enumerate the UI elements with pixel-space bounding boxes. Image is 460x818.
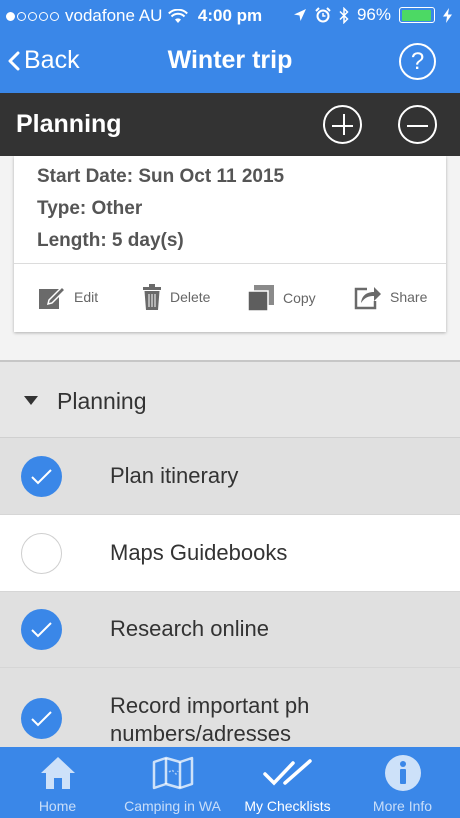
item-label: Record important ph numbers/adresses bbox=[110, 692, 309, 748]
section-title: Planning bbox=[16, 110, 122, 138]
item-label: Maps Guidebooks bbox=[110, 540, 288, 565]
checkbox-checked[interactable] bbox=[21, 698, 62, 739]
home-icon bbox=[40, 757, 75, 789]
alarm-clock-icon bbox=[315, 7, 331, 23]
item-label-line-2: numbers/adresses bbox=[110, 721, 291, 746]
checkbox-checked[interactable] bbox=[21, 456, 62, 497]
location-arrow-icon bbox=[293, 9, 306, 21]
battery-icon bbox=[399, 7, 435, 23]
checkmark-icon bbox=[31, 711, 52, 727]
edit-label: Edit bbox=[74, 289, 99, 305]
category-header[interactable]: Planning bbox=[0, 362, 460, 438]
checklist-item[interactable]: Record important ph numbers/adresses bbox=[0, 668, 460, 747]
category-label: Planning bbox=[57, 388, 147, 414]
trip-details-area: Start Date: Sun Oct 11 2015 Type: Other … bbox=[0, 156, 460, 362]
page-title: Winter trip bbox=[167, 46, 293, 74]
tab-home[interactable]: Home bbox=[0, 747, 115, 818]
card-actions: Edit Delete Copy Share bbox=[14, 264, 446, 332]
tab-checklists-label: My Checklists bbox=[244, 798, 331, 814]
tab-more-info[interactable]: More Info bbox=[345, 747, 460, 818]
edit-button[interactable]: Edit bbox=[38, 284, 98, 310]
battery-percent: 96% bbox=[356, 5, 391, 24]
status-right: 96% bbox=[293, 5, 452, 25]
share-label: Share bbox=[390, 289, 428, 305]
navigation-bar: Back Winter trip ? bbox=[0, 38, 460, 86]
app-header: vodafone AU 4:00 pm 96% Back Winter trip… bbox=[0, 0, 460, 93]
question-icon: ? bbox=[410, 47, 425, 75]
add-button[interactable] bbox=[323, 105, 362, 144]
double-check-icon bbox=[262, 759, 312, 786]
tab-home-label: Home bbox=[38, 798, 77, 814]
trip-info: Start Date: Sun Oct 11 2015 Type: Other … bbox=[37, 161, 284, 257]
item-label-line-1: Record important ph bbox=[110, 693, 310, 718]
checklist-item[interactable]: Plan itinerary bbox=[0, 438, 460, 515]
section-header-bar: Planning bbox=[0, 93, 460, 156]
item-label: Plan itinerary bbox=[110, 463, 239, 488]
tab-my-checklists[interactable]: My Checklists bbox=[230, 747, 345, 818]
delete-label: Delete bbox=[170, 289, 211, 305]
info-icon bbox=[384, 755, 421, 791]
trip-type-text: Type: Other bbox=[37, 198, 143, 219]
bluetooth-icon bbox=[339, 6, 349, 24]
tab-camping-in-wa[interactable]: Camping in WA bbox=[115, 747, 230, 818]
checklist-item[interactable]: Maps Guidebooks bbox=[0, 515, 460, 592]
charging-bolt-icon bbox=[443, 7, 452, 23]
caret-down-icon bbox=[24, 396, 38, 405]
remove-button[interactable] bbox=[398, 105, 437, 144]
checkmark-icon bbox=[31, 469, 52, 485]
delete-button[interactable]: Delete bbox=[142, 284, 210, 310]
copy-icon bbox=[247, 285, 274, 312]
trash-icon bbox=[143, 284, 161, 310]
copy-button[interactable]: Copy bbox=[247, 284, 316, 312]
copy-label: Copy bbox=[283, 290, 316, 306]
minus-icon bbox=[407, 124, 428, 127]
tab-bar: Home Camping in WA My Checklists More In… bbox=[0, 747, 460, 818]
tab-camping-label: Camping in WA bbox=[124, 798, 221, 814]
checkbox-checked[interactable] bbox=[21, 609, 62, 650]
trip-card: Start Date: Sun Oct 11 2015 Type: Other … bbox=[14, 156, 446, 332]
map-icon bbox=[152, 756, 193, 790]
tab-more-info-label: More Info bbox=[372, 798, 433, 814]
checkmark-icon bbox=[31, 622, 52, 638]
share-button[interactable]: Share bbox=[354, 284, 427, 310]
share-icon bbox=[354, 287, 381, 310]
start-date-text: Start Date: Sun Oct 11 2015 bbox=[37, 166, 285, 187]
edit-icon bbox=[39, 285, 66, 309]
checkbox-unchecked[interactable] bbox=[21, 533, 62, 574]
trip-length-text: Length: 5 day(s) bbox=[37, 230, 184, 251]
status-bar: vodafone AU 4:00 pm 96% bbox=[0, 0, 460, 32]
help-button[interactable]: ? bbox=[399, 43, 436, 80]
checklist-item[interactable]: Research online bbox=[0, 592, 460, 668]
item-label: Research online bbox=[110, 616, 269, 641]
